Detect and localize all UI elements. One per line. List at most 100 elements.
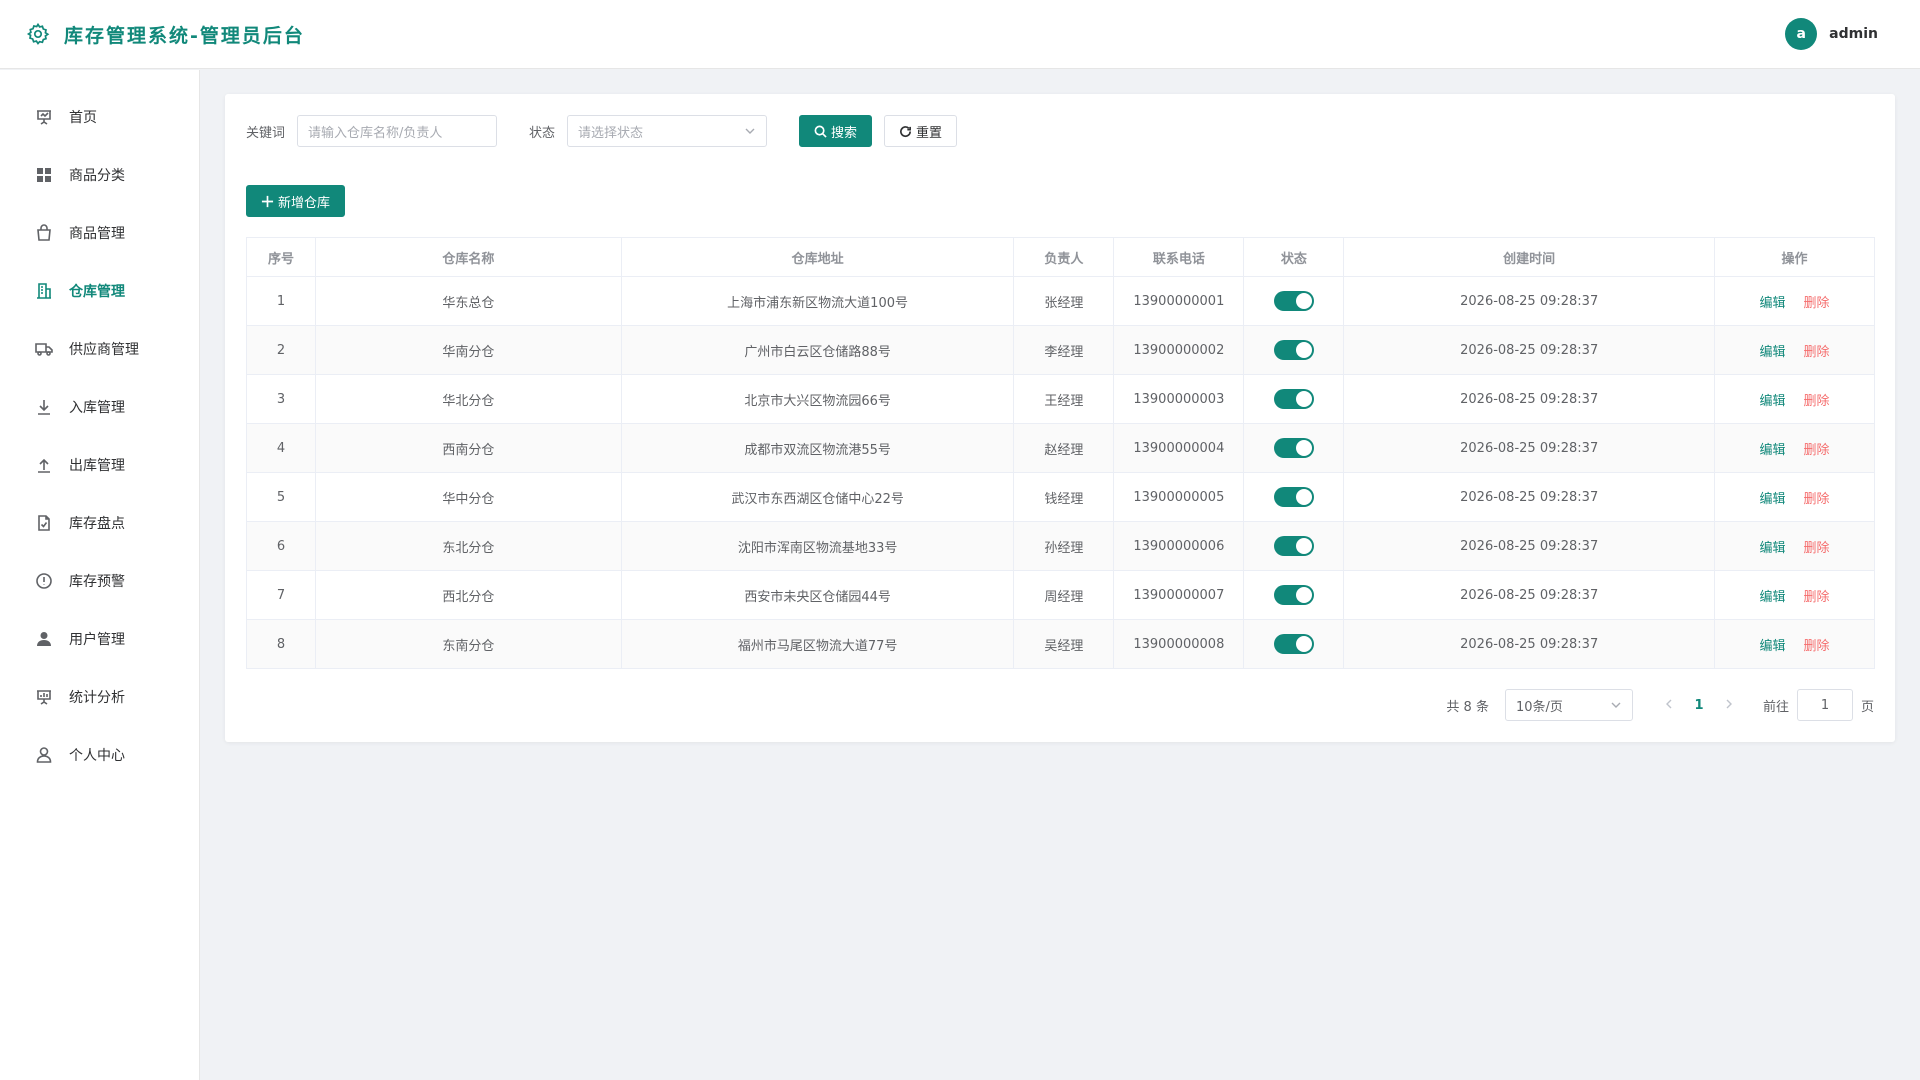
cell-actions: 编辑 删除 — [1714, 472, 1875, 522]
cell-actions: 编辑 删除 — [1714, 276, 1875, 326]
user-filled-icon — [37, 632, 51, 646]
sidebar-item-statistics[interactable]: 统计分析 — [0, 668, 199, 726]
username[interactable]: admin — [1829, 26, 1878, 42]
sidebar-item-goods[interactable]: 商品管理 — [0, 204, 199, 262]
status-toggle[interactable] — [1273, 536, 1314, 556]
status-toggle[interactable] — [1273, 438, 1314, 458]
cell-address: 广州市白云区仓储路88号 — [620, 325, 1015, 375]
column-header: 序号 — [246, 237, 316, 277]
prev-page-button[interactable] — [1655, 698, 1683, 713]
sidebar-item-label: 商品管理 — [69, 226, 125, 242]
keyword-input[interactable]: 请输入仓库名称/负责人 — [297, 115, 498, 147]
cell-address: 西安市未央区仓储园44号 — [620, 570, 1015, 620]
edit-button[interactable]: 编辑 — [1760, 590, 1786, 605]
page-size-select[interactable]: 10条/页 — [1504, 689, 1633, 721]
sidebar-item-profile[interactable]: 个人中心 — [0, 726, 199, 784]
sidebar-item-supplier[interactable]: 供应商管理 — [0, 320, 199, 378]
search-button-label: 搜索 — [831, 125, 858, 141]
cell-actions: 编辑 删除 — [1714, 423, 1875, 473]
delete-button[interactable]: 删除 — [1804, 590, 1830, 605]
delete-button[interactable]: 删除 — [1804, 492, 1830, 507]
edit-button[interactable]: 编辑 — [1760, 492, 1786, 507]
user-menu[interactable]: a admin — [1785, 18, 1878, 50]
sidebar-item-users[interactable]: 用户管理 — [0, 610, 199, 668]
cell-created: 2026-08-25 09:28:37 — [1343, 276, 1716, 326]
edit-button[interactable]: 编辑 — [1760, 541, 1786, 556]
sidebar-item-alert[interactable]: 库存预警 — [0, 552, 199, 610]
delete-button[interactable]: 删除 — [1804, 394, 1830, 409]
cell-created: 2026-08-25 09:28:37 — [1343, 521, 1716, 571]
cell-no: 5 — [246, 472, 316, 522]
sidebar-item-label: 统计分析 — [69, 690, 125, 706]
presentation-icon — [37, 110, 51, 125]
delete-button[interactable]: 删除 — [1804, 541, 1830, 556]
add-warehouse-button[interactable]: 新增仓库 — [246, 185, 346, 217]
cell-name: 东南分仓 — [314, 619, 622, 669]
search-form: 关键词 请输入仓库名称/负责人 状态 请选择状态 搜索 重置 — [246, 115, 958, 147]
cell-created: 2026-08-25 09:28:37 — [1343, 374, 1716, 424]
edit-button[interactable]: 编辑 — [1760, 639, 1786, 654]
cell-name: 东北分仓 — [314, 521, 622, 571]
next-page-button[interactable] — [1715, 698, 1743, 713]
pagination: 共 8 条 10条/页 1 前往 1 页 — [1446, 689, 1874, 721]
delete-button[interactable]: 删除 — [1804, 296, 1830, 311]
cell-no: 4 — [246, 423, 316, 473]
goto-label: 前往 — [1762, 699, 1789, 715]
edit-button[interactable]: 编辑 — [1760, 394, 1786, 409]
search-button[interactable]: 搜索 — [799, 115, 873, 147]
status-toggle[interactable] — [1273, 291, 1314, 311]
status-toggle[interactable] — [1273, 585, 1314, 605]
status-toggle[interactable] — [1273, 389, 1314, 409]
reset-button[interactable]: 重置 — [884, 115, 958, 147]
cell-name: 西南分仓 — [314, 423, 622, 473]
edit-button[interactable]: 编辑 — [1760, 443, 1786, 458]
edit-button[interactable]: 编辑 — [1760, 296, 1786, 311]
status-label: 状态 — [529, 125, 556, 141]
app-title: 库存管理系统-管理员后台 — [64, 24, 305, 47]
sidebar-item-warehouse[interactable]: 仓库管理 — [0, 262, 199, 320]
cell-name: 西北分仓 — [314, 570, 622, 620]
delete-button[interactable]: 删除 — [1804, 639, 1830, 654]
main-card: 关键词 请输入仓库名称/负责人 状态 请选择状态 搜索 重置 新增仓库 序号 仓… — [225, 94, 1895, 742]
sidebar-item-stocktake[interactable]: 库存盘点 — [0, 494, 199, 552]
cell-status — [1243, 570, 1345, 620]
cell-status — [1243, 423, 1345, 473]
avatar[interactable]: a — [1785, 18, 1818, 50]
chevron-left-icon — [1665, 699, 1672, 708]
chevron-right-icon — [1726, 699, 1732, 708]
sidebar-item-label: 商品分类 — [69, 168, 125, 184]
add-warehouse-label: 新增仓库 — [278, 195, 331, 211]
cell-actions: 编辑 删除 — [1714, 619, 1875, 669]
upload-icon — [38, 458, 50, 473]
cell-no: 6 — [246, 521, 316, 571]
chevron-down-icon — [1611, 702, 1621, 708]
status-toggle[interactable] — [1273, 634, 1314, 654]
goto-page-input[interactable]: 1 — [1796, 689, 1853, 721]
page-suffix: 页 — [1860, 699, 1874, 715]
delete-button[interactable]: 删除 — [1804, 443, 1830, 458]
chevron-down-icon — [745, 128, 755, 134]
sidebar-item-label: 入库管理 — [69, 400, 125, 416]
sidebar-item-outbound[interactable]: 出库管理 — [0, 436, 199, 494]
status-toggle[interactable] — [1273, 340, 1314, 360]
cell-actions: 编辑 删除 — [1714, 570, 1875, 620]
refresh-icon — [900, 125, 912, 137]
edit-button[interactable]: 编辑 — [1760, 345, 1786, 360]
table-header-row: 序号 仓库名称 仓库地址 负责人 联系电话 状态 创建时间 操作 — [246, 237, 1875, 277]
cell-phone: 13900000006 — [1113, 521, 1245, 571]
sidebar-item-inbound[interactable]: 入库管理 — [0, 378, 199, 436]
cell-manager: 周经理 — [1013, 570, 1115, 620]
cell-manager: 李经理 — [1013, 325, 1115, 375]
page-number-current[interactable]: 1 — [1683, 698, 1715, 713]
cell-created: 2026-08-25 09:28:37 — [1343, 325, 1716, 375]
download-icon — [38, 400, 50, 415]
sidebar-item-category[interactable]: 商品分类 — [0, 146, 199, 204]
cell-created: 2026-08-25 09:28:37 — [1343, 423, 1716, 473]
sidebar-item-home[interactable]: 首页 — [0, 88, 199, 146]
chart-board-icon — [37, 690, 51, 705]
sidebar: 首页 商品分类 商品管理 仓库管理 供应商管理 入库管理 出库管理 库存盘点 库… — [0, 70, 200, 1080]
status-select[interactable]: 请选择状态 — [567, 115, 768, 147]
status-toggle[interactable] — [1273, 487, 1314, 507]
cell-actions: 编辑 删除 — [1714, 521, 1875, 571]
delete-button[interactable]: 删除 — [1804, 345, 1830, 360]
